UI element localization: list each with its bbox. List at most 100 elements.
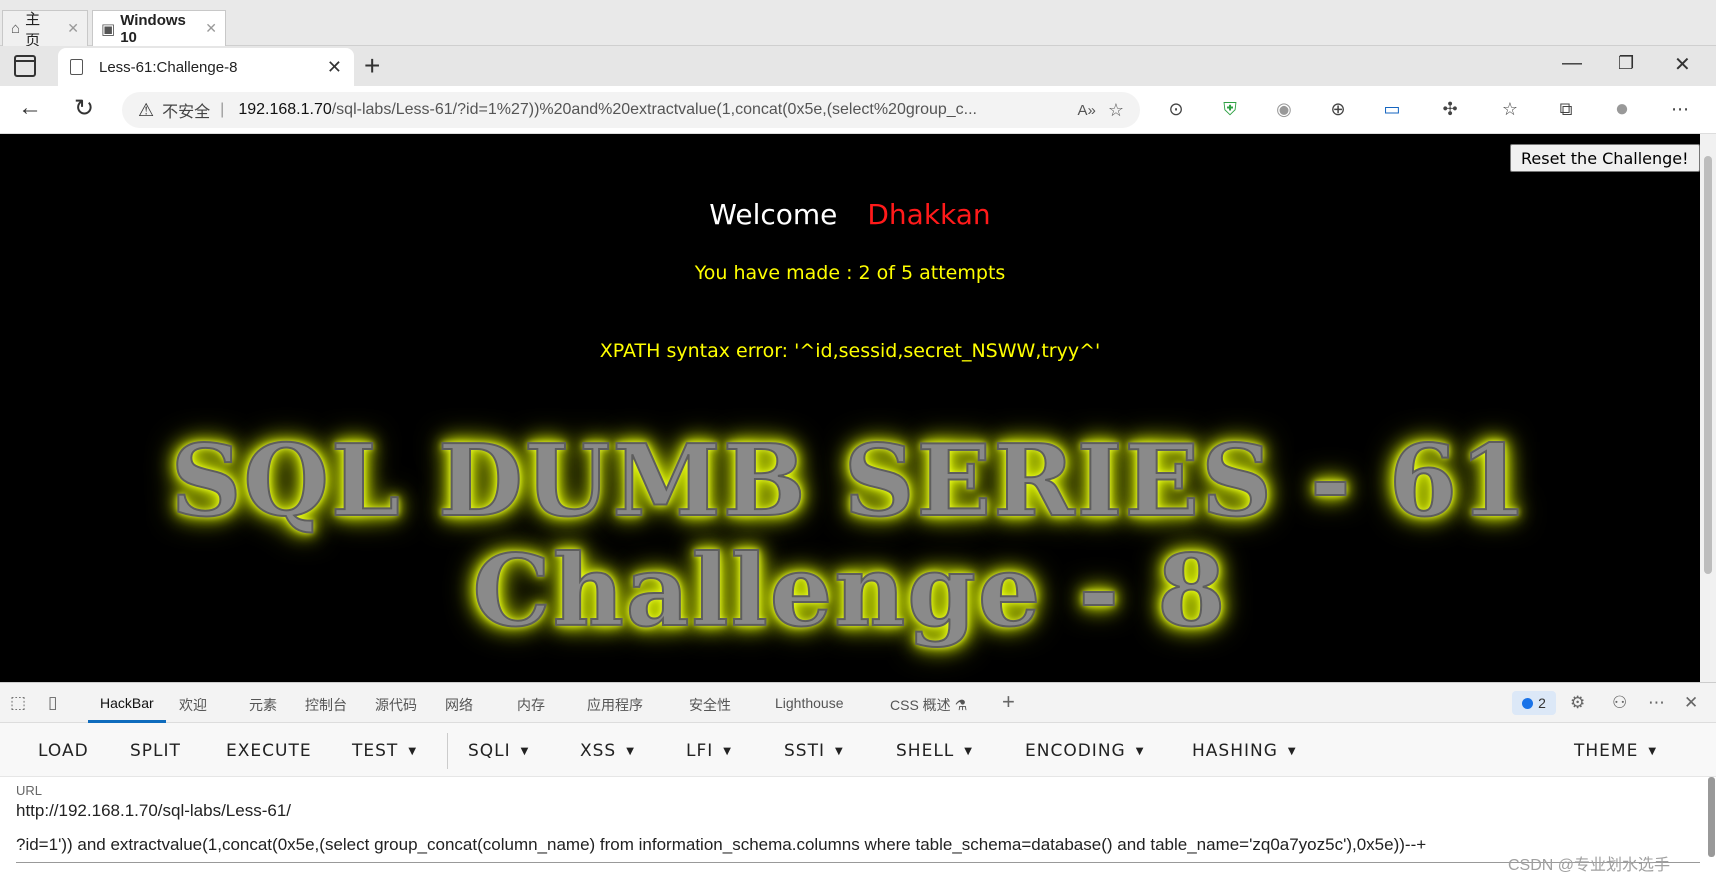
browser-tab-title: Less-61:Challenge-8 — [99, 58, 238, 76]
execute-button[interactable]: EXECUTE — [226, 741, 312, 761]
shield-icon[interactable]: ⛨ — [1217, 96, 1243, 122]
ssti-menu[interactable]: SSTI ▼ — [784, 741, 844, 761]
xss-menu[interactable]: XSS ▼ — [580, 741, 635, 761]
tab-css-overview-label: CSS 概述 — [890, 697, 951, 713]
window-close-icon[interactable]: ✕ — [1674, 52, 1691, 77]
theme-menu-label: THEME — [1574, 741, 1639, 761]
url-field-underline — [16, 862, 1700, 863]
address-separator: | — [220, 101, 225, 118]
insecure-label: 不安全 — [162, 104, 211, 121]
vm-tab-windows10-label: Windows 10 — [120, 11, 186, 46]
settings-gear-icon[interactable]: ⚙ — [1570, 693, 1585, 713]
restore-icon[interactable]: ❐ — [1618, 53, 1634, 74]
page-scrollbar[interactable] — [1700, 134, 1716, 682]
welcome-line: Welcome Dhakkan — [0, 198, 1700, 231]
address-bar[interactable]: ⚠ 不安全 | 192.168.1.70 /sql-labs/Less-61/?… — [122, 92, 1140, 128]
encoding-menu-label: ENCODING — [1025, 741, 1126, 761]
test-menu[interactable]: TEST ▼ — [352, 741, 417, 761]
more-tools-icon[interactable]: + — [1002, 689, 1015, 715]
theme-menu[interactable]: THEME ▼ — [1574, 741, 1657, 761]
tab-application[interactable]: 应用程序 — [587, 695, 643, 715]
tab-elements[interactable]: 元素 — [249, 695, 277, 715]
tab-console[interactable]: 控制台 — [305, 695, 347, 715]
browser-tab-active[interactable]: Less-61:Challenge-8 ✕ — [58, 48, 354, 86]
devtools-close-icon[interactable]: ✕ — [1684, 693, 1698, 713]
sqli-menu[interactable]: SQLI ▼ — [468, 741, 529, 761]
split-button[interactable]: SPLIT — [130, 741, 181, 761]
devtools-scrollbar-thumb[interactable] — [1708, 777, 1715, 857]
chevron-down-icon: ▼ — [723, 745, 732, 757]
chevron-down-icon: ▼ — [626, 745, 635, 757]
devtools-panel: ⬚ ▯ HackBar 欢迎 元素 控制台 源代码 网络 内存 应用程序 安全性… — [0, 682, 1716, 881]
tab-hackbar[interactable]: HackBar — [100, 695, 154, 711]
ipad-extension-icon[interactable]: ▭ — [1379, 96, 1405, 122]
reset-challenge-button[interactable]: Reset the Challenge! — [1510, 144, 1700, 172]
hashing-menu[interactable]: HASHING ▼ — [1192, 741, 1297, 761]
record-icon[interactable]: ◉ — [1271, 96, 1297, 122]
translate-extension-icon[interactable]: ⊕ — [1325, 96, 1351, 122]
lfi-menu-label: LFI — [686, 741, 714, 761]
tab-sources[interactable]: 源代码 — [375, 695, 417, 715]
tab-security[interactable]: 安全性 — [689, 695, 731, 715]
vm-tab-windows10[interactable]: ▣ Windows 10 ✕ — [92, 10, 226, 46]
minimize-icon[interactable]: — — [1562, 52, 1582, 75]
refresh-icon[interactable]: ↻ — [74, 94, 94, 123]
add-favorite-icon[interactable]: ☆ — [1108, 100, 1124, 121]
url-input-line1[interactable]: http://192.168.1.70/sql-labs/Less-61/ — [16, 801, 291, 821]
url-path: /sql-labs/Less-61/?id=1%27))%20and%20ext… — [331, 101, 977, 118]
encoding-menu[interactable]: ENCODING ▼ — [1025, 741, 1144, 761]
chevron-down-icon: ▼ — [1648, 745, 1658, 757]
back-icon[interactable]: ← — [18, 94, 42, 122]
hashing-menu-label: HASHING — [1192, 741, 1278, 761]
page-icon — [70, 59, 83, 75]
devtools-scrollbar[interactable] — [1706, 777, 1716, 881]
page-scrollbar-thumb[interactable] — [1704, 156, 1712, 574]
more-icon[interactable]: ⋯ — [1667, 96, 1693, 122]
vm-tab-home[interactable]: ⌂ 主页 ✕ — [2, 10, 88, 49]
issues-icon — [1522, 697, 1534, 709]
extensions-icon[interactable]: ✣ — [1437, 96, 1463, 122]
ssti-menu-label: SSTI — [784, 741, 825, 761]
tab-network[interactable]: 网络 — [445, 695, 473, 715]
devtools-more-icon[interactable]: ⋯ — [1648, 693, 1665, 713]
attempts-text: You have made : 2 of 5 attempts — [694, 262, 1006, 284]
shell-menu[interactable]: SHELL ▼ — [896, 741, 973, 761]
close-icon[interactable]: ✕ — [205, 20, 217, 37]
tab-welcome[interactable]: 欢迎 — [179, 695, 207, 715]
close-icon[interactable]: ✕ — [327, 57, 342, 78]
sqli-menu-label: SQLI — [468, 741, 511, 761]
load-button[interactable]: LOAD — [38, 741, 89, 761]
shell-menu-label: SHELL — [896, 741, 955, 761]
tab-css-overview[interactable]: CSS 概述 ⚗ — [890, 695, 967, 715]
tab-lighthouse[interactable]: Lighthouse — [775, 695, 844, 711]
banner-title-line1: SQL DUMB SERIES - 61 — [170, 423, 1530, 540]
new-tab-button[interactable]: + — [364, 50, 380, 82]
warning-icon: ⚠ — [138, 99, 155, 120]
chevron-down-icon: ▼ — [964, 745, 973, 757]
inspect-icon[interactable]: ⬚ — [10, 693, 26, 713]
collections-icon[interactable]: ⧉ — [1553, 96, 1579, 122]
customize-icon[interactable]: ⚇ — [1612, 693, 1627, 713]
welcome-label: Welcome — [709, 198, 838, 231]
browser-tab-strip: Less-61:Challenge-8 ✕ + — ❐ ✕ — [0, 46, 1716, 86]
issues-badge[interactable]: 2 — [1512, 691, 1556, 715]
chevron-down-icon: ▼ — [834, 745, 844, 757]
csdn-watermark: CSDN @专业划水选手 — [1508, 857, 1671, 874]
chevron-down-icon: ▼ — [408, 745, 418, 757]
lfi-menu[interactable]: LFI ▼ — [686, 741, 732, 761]
vm-tab-home-label: 主页 — [25, 10, 41, 49]
avatar[interactable]: ● — [1609, 95, 1635, 122]
tab-memory[interactable]: 内存 — [517, 695, 545, 715]
xpath-error-text: XPATH syntax error: '^id,sessid,secret_N… — [599, 340, 1101, 362]
flask-icon: ⚗ — [954, 697, 968, 713]
device-emulation-icon[interactable]: ▯ — [48, 693, 57, 713]
devtools-tab-bar: ⬚ ▯ HackBar 欢迎 元素 控制台 源代码 网络 内存 应用程序 安全性… — [0, 683, 1716, 723]
tab-actions-icon[interactable] — [14, 55, 36, 77]
ip-extension-icon[interactable]: ⊙ — [1163, 96, 1189, 122]
vm-tab-bar: ⌂ 主页 ✕ ▣ Windows 10 ✕ — [0, 0, 1716, 49]
favorites-icon[interactable]: ☆ — [1497, 96, 1523, 122]
read-aloud-icon[interactable]: A» — [1078, 102, 1096, 119]
chevron-down-icon: ▼ — [1287, 745, 1297, 757]
url-input-line2[interactable]: ?id=1')) and extractvalue(1,concat(0x5e,… — [16, 835, 1668, 855]
close-icon[interactable]: ✕ — [67, 20, 79, 37]
